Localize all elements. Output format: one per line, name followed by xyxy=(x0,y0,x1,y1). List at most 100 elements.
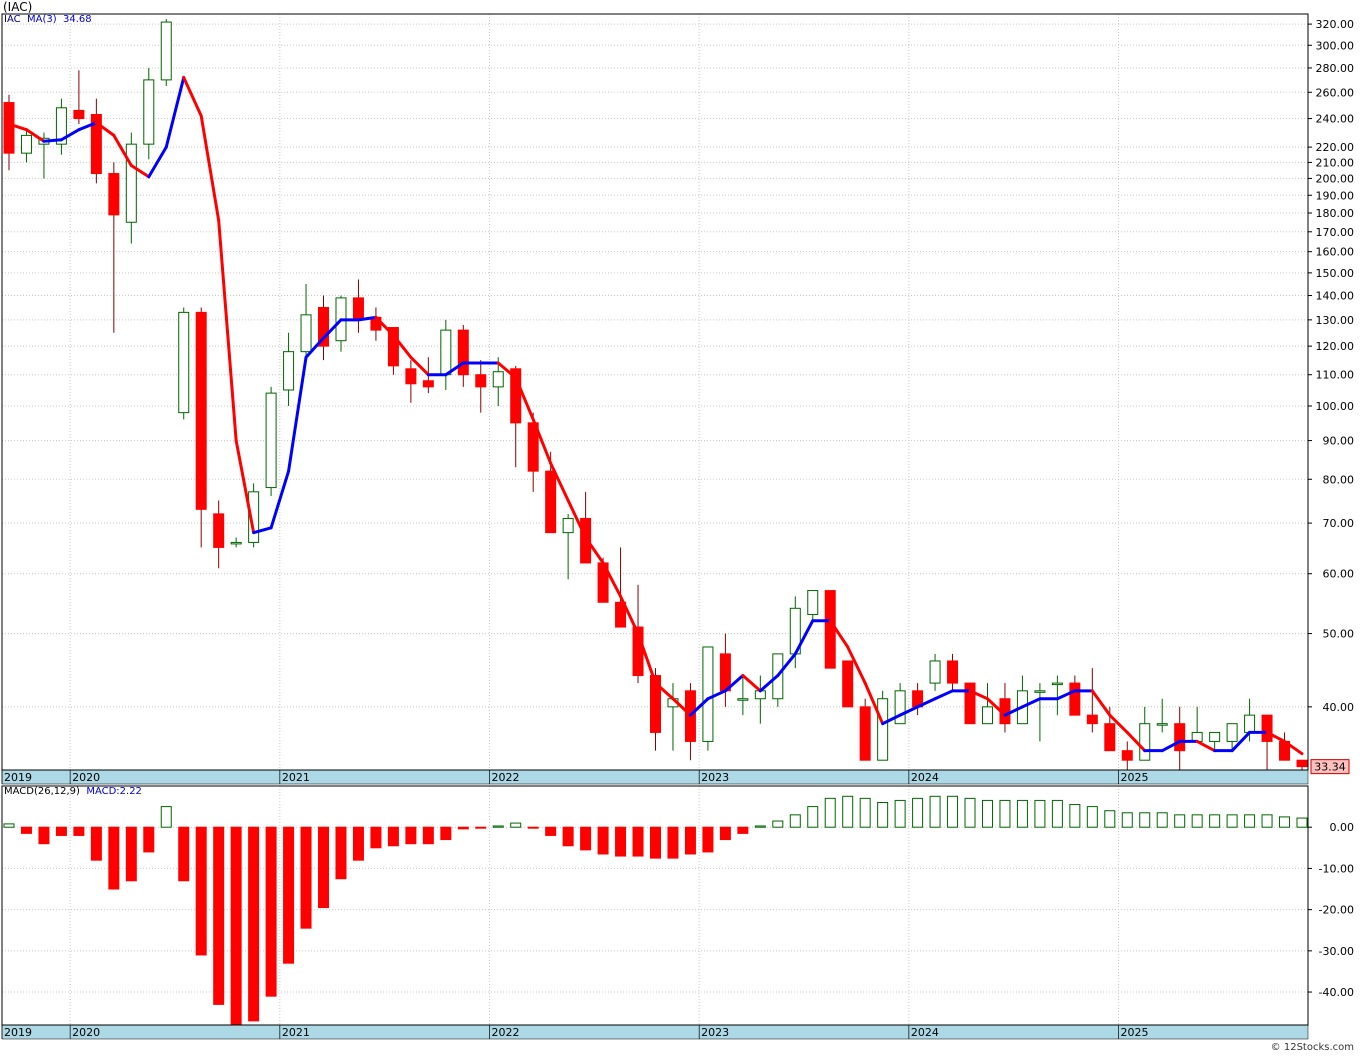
macd-bar xyxy=(650,826,661,859)
macd-bar xyxy=(580,826,592,851)
macd-bar xyxy=(632,826,644,857)
timebar-bottom-year-label: 2023 xyxy=(701,1026,729,1039)
candle-body xyxy=(1051,682,1063,686)
candle-body xyxy=(1034,690,1046,693)
copyright-text: © 12Stocks.com xyxy=(1270,1042,1354,1053)
stock-chart: 320.00 300.00 280.00 260.00 240.00 220.00 210.… xyxy=(1,13,1355,1040)
macd-y-tick-label: 0.00 xyxy=(1330,821,1355,834)
macd-bar xyxy=(719,826,731,841)
macd-bar xyxy=(1191,814,1203,828)
timebar-top-year-label: 2021 xyxy=(282,771,310,784)
macd-bar xyxy=(352,826,364,861)
macd-bar xyxy=(894,799,906,828)
candle-body xyxy=(1174,723,1186,752)
chart-symbol-title: (IAC) xyxy=(3,0,33,14)
macd-bar xyxy=(213,826,225,1005)
price-legend-ma-value: 34.68 xyxy=(62,14,92,25)
macd-bar xyxy=(684,826,696,855)
candle-body xyxy=(405,368,417,385)
macd-bar xyxy=(387,826,399,847)
candle-body xyxy=(1121,750,1133,761)
ma-line-segment xyxy=(42,138,63,143)
price-y-tick-label: 200.00 xyxy=(1316,172,1355,185)
macd-legend-value: MACD:2.22 xyxy=(86,786,142,797)
candle-body xyxy=(457,329,469,376)
candle-body xyxy=(807,590,819,615)
price-y-tick-label: 120.00 xyxy=(1316,340,1355,353)
macd-bar xyxy=(912,797,924,828)
price-y-tick-label: 190.00 xyxy=(1316,189,1355,202)
macd-bar xyxy=(667,826,679,859)
price-y-tick-label: 260.00 xyxy=(1316,86,1355,99)
candle-body xyxy=(475,374,487,388)
timebar-bottom-bg xyxy=(1,1024,1309,1040)
price-y-tick-label: 220.00 xyxy=(1316,141,1355,154)
macd-bar xyxy=(1244,814,1256,828)
macd-bar xyxy=(737,826,749,834)
timebar-top-year-label: 2023 xyxy=(701,771,729,784)
macd-bar xyxy=(772,820,784,828)
candle-body xyxy=(1226,723,1238,742)
candle-body xyxy=(719,653,731,692)
price-y-tick-label: 320.00 xyxy=(1316,18,1355,31)
timebar-top-year-label: 2020 xyxy=(72,771,100,784)
candle-body xyxy=(877,698,889,761)
candle-body xyxy=(1261,714,1273,742)
candle-body xyxy=(1069,682,1081,716)
price-y-tick-label: 110.00 xyxy=(1316,369,1355,382)
macd-bar xyxy=(1226,814,1238,828)
macd-bar xyxy=(38,826,50,845)
candle-body xyxy=(3,102,15,154)
candle-body xyxy=(1086,714,1098,725)
macd-bar xyxy=(615,826,627,857)
candle-body xyxy=(143,79,155,145)
macd-bar xyxy=(1121,812,1133,828)
macd-bar xyxy=(789,814,801,828)
macd-bar xyxy=(877,801,889,828)
candle-body xyxy=(20,134,32,154)
price-y-tick-label: 180.00 xyxy=(1316,207,1355,220)
macd-bar xyxy=(195,826,207,956)
candle-body xyxy=(160,21,172,81)
price-y-tick-label: 210.00 xyxy=(1316,156,1355,169)
candle-body xyxy=(947,660,959,684)
macd-bar xyxy=(999,799,1011,828)
macd-bar xyxy=(143,826,155,853)
candle-body xyxy=(929,660,941,684)
macd-bar xyxy=(335,826,347,880)
macd-y-tick-label: -20.00 xyxy=(1319,904,1354,917)
macd-bar xyxy=(545,826,557,836)
timebar-bottom-year-label: 2024 xyxy=(911,1026,939,1039)
candle-body xyxy=(964,682,976,725)
macd-bar xyxy=(248,826,260,1022)
macd-bar xyxy=(1034,799,1046,828)
last-price-label: 33.34 xyxy=(1314,761,1346,774)
macd-bar xyxy=(562,826,574,847)
price-y-tick-label: 100.00 xyxy=(1316,400,1355,413)
candle-body xyxy=(859,706,871,761)
price-legend-symbol: IAC xyxy=(4,14,21,25)
candle-body xyxy=(230,541,242,545)
candle-body xyxy=(300,314,312,353)
price-y-tick-label: 70.00 xyxy=(1323,517,1355,530)
macd-bar xyxy=(422,826,434,845)
macd-bar xyxy=(702,826,714,853)
candle-body xyxy=(73,109,85,120)
macd-bar xyxy=(20,826,32,834)
timebar-top-year-label: 2025 xyxy=(1121,771,1149,784)
candle-body xyxy=(894,690,906,725)
macd-bar xyxy=(597,826,609,855)
macd-bar xyxy=(108,826,120,890)
macd-bar xyxy=(929,795,941,828)
macd-bar xyxy=(947,795,959,828)
timebar-top-year-label: 2022 xyxy=(492,771,520,784)
macd-bar xyxy=(300,826,312,929)
price-y-tick-label: 170.00 xyxy=(1316,226,1355,239)
macd-y-tick-label: -30.00 xyxy=(1319,945,1354,958)
macd-bar xyxy=(964,797,976,828)
candle-body xyxy=(1139,723,1151,761)
candle-body xyxy=(842,660,854,708)
macd-bar xyxy=(125,826,137,882)
macd-y-tick-label: -10.00 xyxy=(1319,862,1354,875)
price-y-tick-label: 160.00 xyxy=(1316,246,1355,259)
